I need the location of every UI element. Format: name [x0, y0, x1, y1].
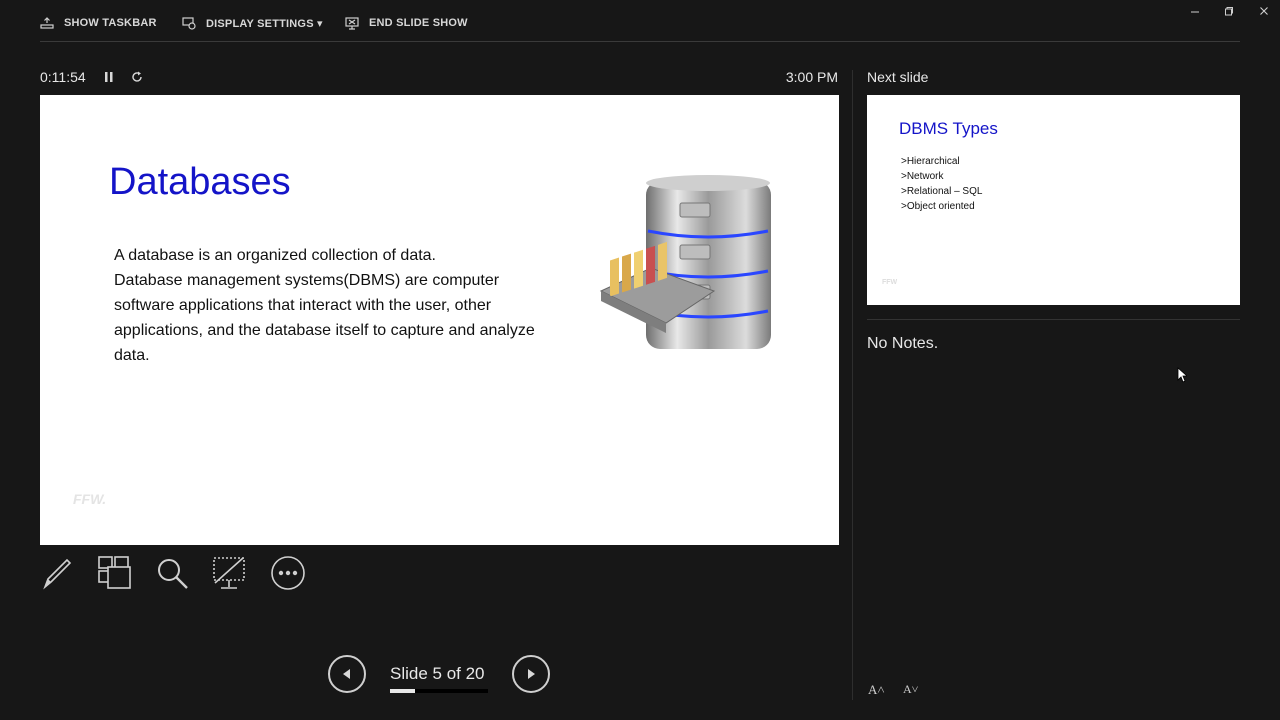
- current-time: 3:00 PM: [785, 69, 838, 85]
- end-slide-show-button[interactable]: END SLIDE SHOW: [345, 14, 468, 32]
- display-settings-button[interactable]: DISPLAY SETTINGS ▾: [182, 14, 323, 32]
- show-taskbar-label: SHOW TASKBAR: [64, 17, 157, 29]
- next-slide-preview[interactable]: DBMS Types >Hierarchical >Network >Relat…: [867, 95, 1240, 305]
- black-screen-icon[interactable]: [211, 555, 247, 591]
- minimize-button[interactable]: [1185, 3, 1205, 19]
- slide-progress-bar: [390, 689, 488, 693]
- mouse-pointer-icon: [1177, 367, 1187, 383]
- list-item: >Hierarchical: [901, 156, 960, 167]
- elapsed-timer: 0:11:54: [40, 69, 86, 85]
- display-settings-label: DISPLAY SETTINGS ▾: [206, 17, 323, 30]
- body-line: software applications that interact with…: [114, 297, 492, 314]
- next-slide-title: DBMS Types: [899, 119, 998, 138]
- next-slide-button[interactable]: [512, 655, 550, 693]
- toolbar-divider: [40, 41, 1240, 42]
- body-line: data.: [114, 347, 150, 364]
- see-all-slides-icon[interactable]: [96, 555, 132, 591]
- list-item: >Relational – SQL: [901, 186, 983, 197]
- chevron-right-icon: [528, 669, 535, 679]
- list-item: >Network: [901, 171, 944, 182]
- close-window-button[interactable]: [1254, 3, 1274, 19]
- chevron-left-icon: [343, 669, 350, 679]
- close-icon: [1260, 7, 1268, 15]
- pause-icon[interactable]: [102, 70, 116, 84]
- slide-progress-fill: [390, 689, 415, 693]
- more-options-icon[interactable]: [270, 555, 306, 591]
- next-slide-label: Next slide: [867, 69, 929, 85]
- notes-divider: [867, 319, 1240, 320]
- current-slide[interactable]: Databases A database is an organized col…: [40, 95, 839, 545]
- decrease-font-button[interactable]: A˅: [903, 682, 918, 697]
- slide-body: A database is an organized collection of…: [114, 243, 584, 368]
- pen-icon[interactable]: [39, 555, 75, 591]
- slide-logo: FFW.: [73, 491, 107, 507]
- restore-button[interactable]: [1219, 3, 1239, 19]
- body-line: Database management systems(DBMS) are co…: [114, 272, 500, 289]
- minimize-icon: [1191, 11, 1199, 13]
- slide-counter[interactable]: Slide 5 of 20: [390, 664, 485, 684]
- next-slide-logo: FFW: [882, 279, 898, 286]
- restore-icon: [1225, 7, 1233, 16]
- show-taskbar-button[interactable]: SHOW TASKBAR: [40, 14, 157, 32]
- panel-divider: [852, 70, 853, 700]
- end-slide-show-label: END SLIDE SHOW: [369, 17, 468, 29]
- next-slide-list: >Hierarchical >Network >Relational – SQL…: [901, 154, 982, 214]
- restart-timer-icon[interactable]: [130, 70, 144, 84]
- body-line: applications, and the database itself to…: [114, 322, 535, 339]
- zoom-icon[interactable]: [154, 555, 190, 591]
- list-item: >Object oriented: [901, 201, 975, 212]
- taskbar-icon: [40, 17, 54, 29]
- database-server-image: [599, 175, 771, 349]
- display-settings-icon: [182, 17, 196, 30]
- speaker-notes: No Notes.: [867, 335, 939, 352]
- previous-slide-button[interactable]: [328, 655, 366, 693]
- end-show-icon: [345, 17, 359, 30]
- slide-title: Databases: [109, 161, 291, 203]
- body-line: A database is an organized collection of…: [114, 247, 436, 264]
- increase-font-button[interactable]: A˄: [868, 682, 885, 698]
